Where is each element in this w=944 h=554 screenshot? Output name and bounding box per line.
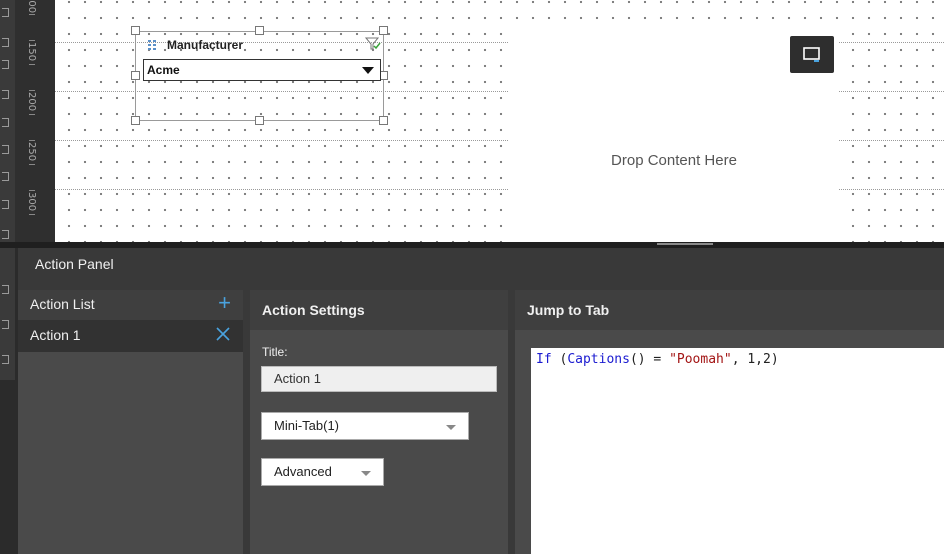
ruler-tick	[29, 40, 35, 41]
widget-title: Manufacturer	[167, 38, 244, 52]
tool-icon[interactable]	[2, 145, 9, 154]
resize-handle[interactable]	[131, 26, 140, 35]
ruler-tick	[29, 114, 35, 115]
code-text: () =	[629, 352, 670, 367]
action-settings: Action Settings Title: Action 1 Mini-Tab…	[250, 290, 508, 554]
manufacturer-value: Acme	[147, 63, 180, 77]
tool-strip	[0, 0, 15, 380]
widget-header: Manufacturer	[147, 38, 243, 52]
tool-icon[interactable]	[2, 172, 9, 181]
resize-handle[interactable]	[379, 116, 388, 125]
ruler-tick	[29, 214, 35, 215]
ruler-tick	[29, 164, 35, 165]
code-text: , 1,2)	[731, 352, 779, 367]
resize-handle[interactable]	[255, 26, 264, 35]
action-list-header: Action List +	[18, 290, 243, 320]
tool-icon[interactable]	[2, 355, 9, 364]
ruler-label: 150	[26, 42, 37, 62]
ruler-label: 200	[26, 92, 37, 112]
tool-icon[interactable]	[2, 230, 9, 239]
action-panel-title: Action Panel	[35, 256, 114, 272]
ruler-tick	[29, 140, 35, 141]
manufacturer-dropdown[interactable]: Acme	[143, 59, 381, 81]
ruler-label: 300	[26, 192, 37, 212]
tool-icon[interactable]	[2, 320, 9, 329]
code-text: (	[551, 352, 568, 367]
resize-handle[interactable]	[131, 116, 140, 125]
ruler-tick	[29, 190, 35, 191]
jump-header: Jump to Tab	[515, 290, 944, 330]
jump-to-tab-panel: Jump to Tab If (Captions() = "Poomah", 1…	[515, 290, 944, 554]
mode-select[interactable]: Advanced	[261, 458, 384, 486]
filter-icon[interactable]	[365, 37, 381, 51]
settings-header: Action Settings	[250, 290, 508, 330]
ruler-tick	[29, 64, 35, 65]
chevron-down-icon	[361, 471, 371, 476]
drop-zone-text: Drop Content Here	[611, 152, 737, 169]
title-input[interactable]: Action 1	[261, 366, 497, 392]
tool-icon[interactable]	[2, 90, 9, 99]
action-panel: Action Panel Action List + Action 1 Acti…	[18, 248, 944, 554]
tool-icon[interactable]	[2, 60, 9, 69]
expression-editor[interactable]: If (Captions() = "Poomah", 1,2)	[531, 348, 944, 554]
tool-icon[interactable]	[2, 8, 9, 17]
target-select[interactable]: Mini-Tab(1)	[261, 412, 469, 440]
list-item[interactable]: Action 1	[18, 320, 243, 352]
tool-icon[interactable]	[2, 38, 9, 47]
title-label: Title:	[262, 345, 288, 359]
close-icon[interactable]	[215, 326, 231, 342]
ruler-tick	[29, 90, 35, 91]
code-keyword: If	[536, 352, 552, 367]
ruler-label: 100	[26, 0, 37, 14]
code-function: Captions	[567, 352, 630, 367]
tool-icon[interactable]	[2, 285, 9, 294]
code-string: "Poomah"	[669, 352, 732, 367]
app-root: 100 150 200 250 300 Drop Content Here Ma…	[0, 0, 944, 554]
ruler-label: 250	[26, 142, 37, 162]
resize-handle[interactable]	[255, 116, 264, 125]
chevron-down-icon	[362, 67, 374, 74]
add-action-button[interactable]: +	[218, 292, 231, 314]
presentation-button[interactable]	[790, 36, 834, 73]
resize-handle[interactable]	[131, 71, 140, 80]
ruler-tick	[29, 14, 35, 15]
splitter-grip[interactable]	[657, 243, 713, 245]
action-list: Action List + Action 1	[18, 290, 243, 554]
resize-handle[interactable]	[379, 26, 388, 35]
vertical-ruler: 100 150 200 250 300	[15, 0, 55, 242]
tool-icon[interactable]	[2, 118, 9, 127]
grid-icon	[148, 40, 156, 50]
target-select-value: Mini-Tab(1)	[274, 418, 340, 433]
action-list-title: Action List	[30, 296, 95, 312]
chevron-down-icon	[446, 425, 456, 430]
action-item-label: Action 1	[30, 327, 81, 343]
tool-icon[interactable]	[2, 200, 9, 209]
mode-select-value: Advanced	[274, 464, 332, 479]
presentation-icon	[803, 46, 820, 62]
